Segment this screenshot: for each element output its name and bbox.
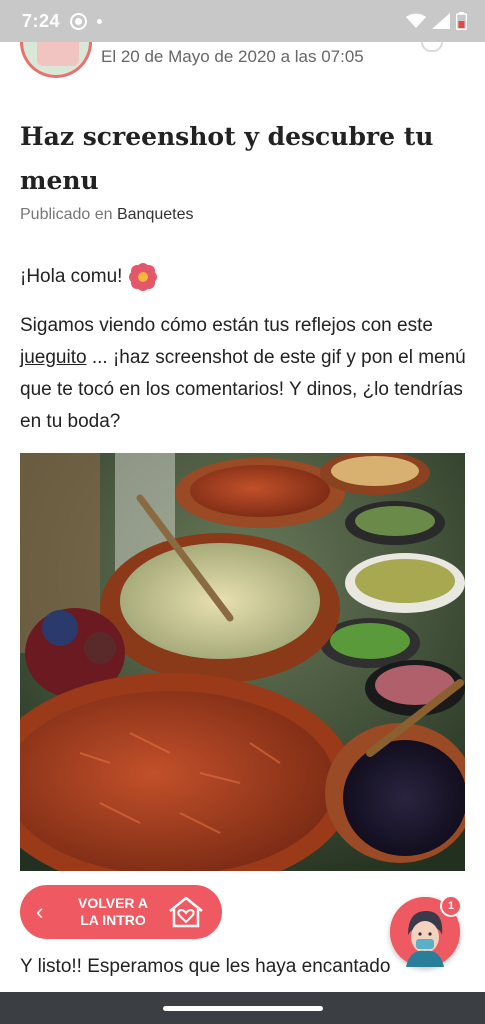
- body-text-start: Sigamos viendo cómo están tus reflejos c…: [20, 315, 433, 336]
- published-in: Publicado en Banquetes: [20, 206, 193, 224]
- dot-icon: [97, 18, 103, 24]
- greeting: ¡Hola comu!: [20, 262, 158, 292]
- signal-icon: [432, 13, 450, 29]
- status-time: 7:24: [22, 10, 61, 31]
- flower-icon: [128, 262, 158, 292]
- post-date: El 20 de Mayo de 2020 a las 07:05: [101, 47, 364, 66]
- chevron-left-icon: ‹: [36, 899, 44, 924]
- status-bar: 7:24: [0, 0, 485, 42]
- jueguito-link[interactable]: jueguito: [20, 347, 87, 368]
- wifi-icon: [406, 13, 426, 28]
- food-gif-image: [20, 453, 465, 871]
- back-button-label: VOLVER A LA INTRO: [77, 895, 148, 928]
- back-to-intro-button[interactable]: ‹ VOLVER A LA INTRO: [20, 885, 222, 939]
- notification-circle-icon: [70, 12, 88, 30]
- body-text-end: ... ¡haz screenshot de este gif y pon el…: [20, 347, 466, 432]
- post-body: Sigamos viendo cómo están tus reflejos c…: [20, 310, 468, 438]
- closing-text: Y listo!! Esperamos que les haya encanta…: [20, 956, 391, 977]
- greeting-text: ¡Hola comu!: [20, 266, 123, 287]
- chat-badge: 1: [440, 895, 462, 917]
- system-nav-bar: [0, 992, 485, 1024]
- home-gesture-pill[interactable]: [162, 1005, 323, 1011]
- post-title: Haz screenshot y descubre tu menu: [20, 122, 434, 195]
- heart-house-icon: [169, 896, 203, 928]
- battery-icon: [456, 12, 467, 30]
- published-prefix: Publicado en: [20, 206, 113, 223]
- category-link[interactable]: Banquetes: [117, 206, 194, 223]
